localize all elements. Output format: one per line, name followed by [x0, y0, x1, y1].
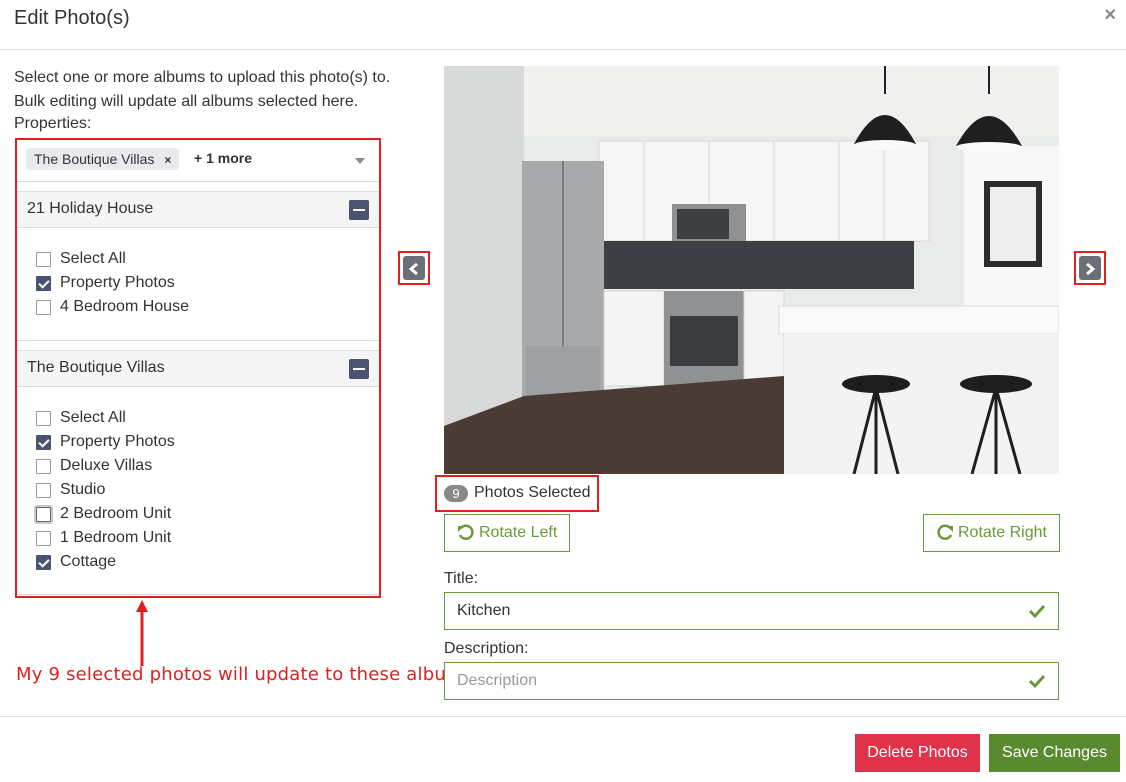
checkbox[interactable] [36, 410, 51, 426]
album-option[interactable]: Cottage [36, 551, 116, 573]
album-option[interactable]: 2 Bedroom Unit [36, 503, 171, 525]
rotate-right-button[interactable]: Rotate Right [923, 514, 1060, 552]
annotation-arrow-icon [136, 600, 148, 666]
properties-label: Properties: [14, 115, 92, 132]
checkbox[interactable] [36, 530, 51, 546]
album-label: Select All [60, 250, 126, 267]
photo-preview [444, 66, 1059, 474]
album-option[interactable]: Deluxe Villas [36, 455, 152, 477]
album-selector: The Boutique Villas × + 1 more 21 Holiday… [15, 138, 381, 598]
collapse-icon[interactable] [349, 359, 369, 379]
checkbox[interactable] [36, 458, 51, 474]
group-header-boutique-villas: The Boutique Villas [17, 350, 379, 387]
album-option[interactable]: Property Photos [36, 431, 175, 453]
album-option[interactable]: Select All [36, 248, 126, 270]
property-tag: The Boutique Villas × [26, 148, 180, 170]
collapse-icon[interactable] [349, 200, 369, 220]
album-label: 2 Bedroom Unit [60, 505, 172, 522]
close-icon[interactable]: × [1104, 4, 1116, 27]
next-photo-button[interactable] [1074, 251, 1106, 285]
annotation-text: My 9 selected photos will update to thes… [16, 664, 474, 685]
album-option[interactable]: 4 Bedroom House [36, 296, 189, 318]
group-name: 21 Holiday House [27, 200, 154, 217]
dialog-header: Edit Photo(s) × [0, 0, 1126, 50]
checkbox[interactable] [36, 482, 51, 498]
checkbox[interactable] [36, 251, 51, 267]
album-option[interactable]: 1 Bedroom Unit [36, 527, 171, 549]
album-label: 4 Bedroom House [60, 298, 189, 315]
chevron-down-icon[interactable] [355, 158, 365, 164]
description-field [444, 662, 1059, 700]
album-option[interactable]: Studio [36, 479, 105, 501]
checkbox-checked[interactable] [36, 434, 51, 450]
photos-selected-label: Photos Selected [474, 484, 591, 501]
checkbox-checked[interactable] [36, 554, 51, 570]
group-header-21-holiday-house: 21 Holiday House [17, 191, 379, 228]
album-label: Studio [60, 481, 106, 498]
description-input[interactable] [457, 663, 1017, 699]
rotate-right-icon [937, 524, 953, 540]
rotate-left-button[interactable]: Rotate Left [444, 514, 571, 552]
title-input[interactable] [457, 593, 1017, 629]
group-name: The Boutique Villas [27, 359, 165, 376]
divider [17, 340, 379, 341]
dialog-title: Edit Photo(s) [14, 7, 130, 29]
more-count: + 1 more [194, 150, 252, 166]
album-option[interactable]: Select All [36, 407, 126, 429]
checkbox[interactable] [36, 506, 51, 522]
description-label: Description: [444, 640, 529, 657]
chevron-left-icon [403, 256, 425, 280]
delete-photos-button[interactable]: Delete Photos [855, 734, 980, 772]
album-option[interactable]: Property Photos [36, 272, 175, 294]
album-label: Property Photos [60, 274, 175, 291]
photos-selected-indicator: 9 Photos Selected [435, 475, 599, 512]
rotate-left-icon [458, 524, 474, 540]
intro-text: Select one or more albums to upload this… [14, 69, 391, 110]
check-icon [1028, 674, 1046, 689]
property-multiselect[interactable]: The Boutique Villas × + 1 more [17, 140, 379, 182]
album-label: Cottage [60, 553, 117, 570]
dialog-footer: Delete Photos Save Changes [0, 716, 1126, 782]
checkbox-checked[interactable] [36, 275, 51, 291]
previous-photo-button[interactable] [398, 251, 430, 285]
rotate-right-label: Rotate Right [958, 524, 1047, 541]
album-label: 1 Bedroom Unit [60, 529, 172, 546]
title-field [444, 592, 1059, 630]
album-label: Property Photos [60, 433, 175, 450]
title-label: Title: [444, 570, 479, 587]
checkbox[interactable] [36, 299, 51, 315]
property-tag-label: The Boutique Villas [34, 151, 155, 167]
save-changes-button[interactable]: Save Changes [989, 734, 1120, 772]
rotate-left-label: Rotate Left [479, 524, 558, 541]
divider [17, 594, 379, 595]
tag-remove-icon[interactable]: × [164, 153, 171, 167]
album-label: Deluxe Villas [60, 457, 153, 474]
photo-count-badge: 9 [444, 485, 468, 502]
check-icon [1028, 604, 1046, 619]
chevron-right-icon [1079, 256, 1101, 280]
album-label: Select All [60, 409, 126, 426]
